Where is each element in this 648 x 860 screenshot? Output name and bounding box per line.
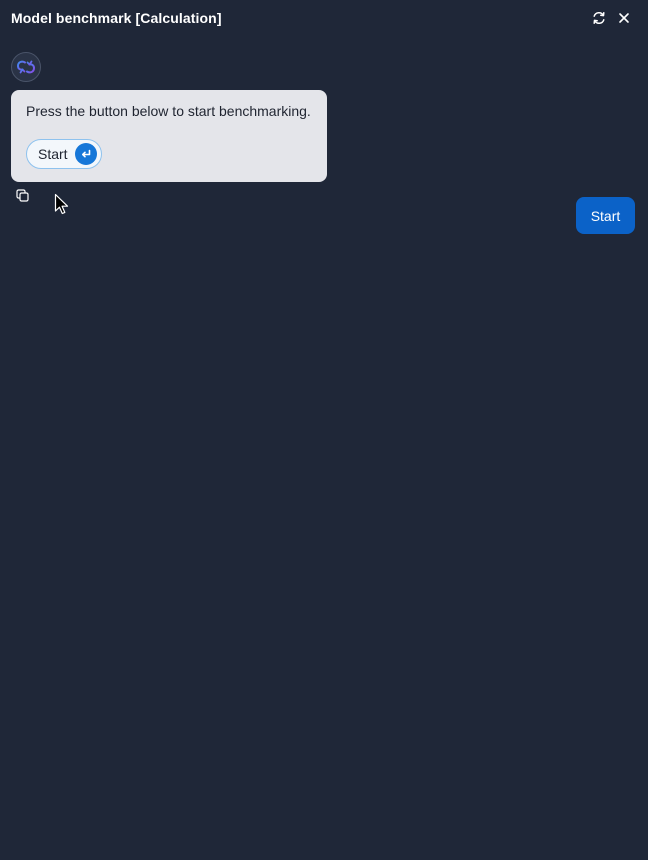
- enter-icon: [75, 143, 97, 165]
- refresh-button[interactable]: [591, 10, 607, 26]
- refresh-icon: [593, 11, 605, 25]
- mouse-cursor-icon: [54, 193, 69, 215]
- copy-button[interactable]: [16, 189, 29, 202]
- close-icon: [619, 13, 629, 23]
- benchmark-window: Model benchmark [Calculation] Press the …: [0, 0, 648, 860]
- assistant-message-bubble: Press the button below to start benchmar…: [11, 90, 327, 182]
- start-button-label: Start: [38, 146, 68, 162]
- assistant-avatar: [11, 52, 41, 82]
- assistant-message-text: Press the button below to start benchmar…: [26, 103, 311, 119]
- start-button[interactable]: Start: [26, 139, 102, 169]
- window-title: Model benchmark [Calculation]: [11, 10, 222, 26]
- close-button[interactable]: [616, 10, 632, 26]
- user-message-bubble: Start: [576, 197, 635, 234]
- bot-logo-icon: [16, 60, 36, 74]
- copy-icon: [16, 189, 29, 202]
